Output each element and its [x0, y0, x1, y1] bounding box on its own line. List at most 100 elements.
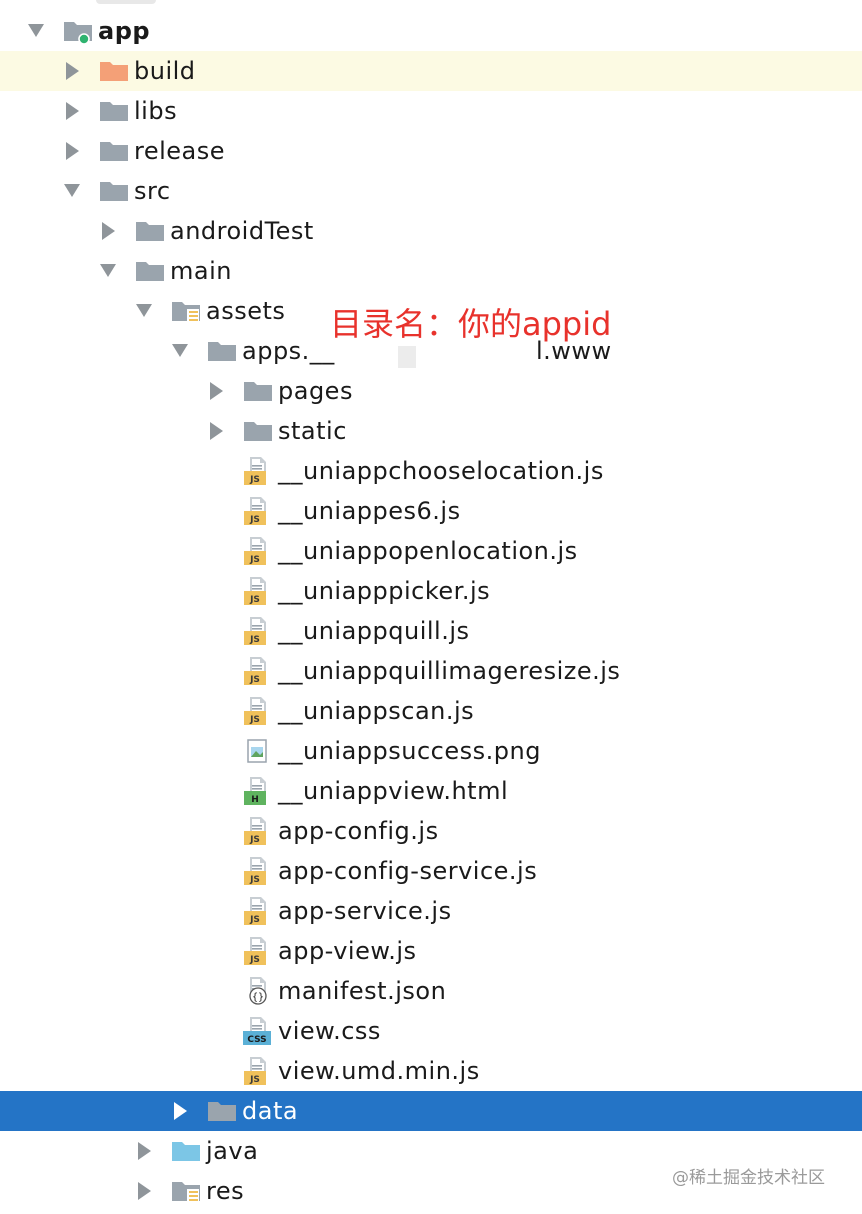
- tree-row-app-service-js[interactable]: JS app-service.js: [0, 891, 862, 931]
- tree-row-pages[interactable]: pages: [0, 371, 862, 411]
- js-file-icon: JS: [242, 891, 274, 931]
- folder-icon: [134, 211, 166, 251]
- js-file-icon: JS: [242, 571, 274, 611]
- css-file-icon: CSS: [242, 1011, 274, 1051]
- svg-text:JS: JS: [249, 715, 260, 725]
- tree-row-uniappquillimageresize-js[interactable]: JS __uniappquillimageresize.js: [0, 651, 862, 691]
- expand-arrow-down-icon[interactable]: [135, 291, 153, 331]
- tree-row-app-view-js[interactable]: JS app-view.js: [0, 931, 862, 971]
- js-file-icon: JS: [242, 651, 274, 691]
- expand-arrow-down-icon[interactable]: [27, 11, 45, 51]
- tree-item-label: app-config.js: [278, 817, 439, 845]
- tree-row-app-config-js[interactable]: JS app-config.js: [0, 811, 862, 851]
- tree-row-uniappchooselocation-js[interactable]: JS __uniappchooselocation.js: [0, 451, 862, 491]
- tree-row-uniappes6-js[interactable]: JS __uniappes6.js: [0, 491, 862, 531]
- json-file-icon: {}: [242, 971, 274, 1011]
- folder-icon: [206, 331, 238, 371]
- tree-item-label: res: [206, 1177, 245, 1205]
- tree-row-uniapppicker-js[interactable]: JS __uniapppicker.js: [0, 571, 862, 611]
- svg-text:JS: JS: [249, 595, 260, 605]
- resource-folder-icon: [170, 291, 202, 331]
- js-file-icon: JS: [242, 451, 274, 491]
- tree-item-label: view.css: [278, 1017, 381, 1045]
- svg-text:JS: JS: [249, 675, 260, 685]
- tree-item-label: main: [170, 257, 232, 285]
- svg-text:JS: JS: [249, 475, 260, 485]
- tree-item-label: __uniappview.html: [278, 777, 509, 805]
- tree-item-label: apps.__: [242, 337, 335, 365]
- svg-text:JS: JS: [249, 1075, 260, 1085]
- collapse-arrow-right-icon[interactable]: [207, 411, 225, 451]
- svg-text:JS: JS: [249, 555, 260, 565]
- tree-item-label: app: [98, 17, 151, 45]
- collapse-arrow-right-icon[interactable]: [63, 91, 81, 131]
- svg-text:JS: JS: [249, 835, 260, 845]
- tree-row-uniappview-html[interactable]: H __uniappview.html: [0, 771, 862, 811]
- tree-row-app-config-service-js[interactable]: JS app-config-service.js: [0, 851, 862, 891]
- svg-text:JS: JS: [249, 955, 260, 965]
- svg-text:CSS: CSS: [247, 1035, 266, 1045]
- folder-icon: [98, 131, 130, 171]
- svg-text:JS: JS: [249, 915, 260, 925]
- collapse-arrow-right-icon[interactable]: [171, 1091, 189, 1131]
- tree-row-manifest-json[interactable]: {} manifest.json: [0, 971, 862, 1011]
- collapse-arrow-right-icon[interactable]: [207, 371, 225, 411]
- tree-row-uniappopenlocation-js[interactable]: JS __uniappopenlocation.js: [0, 531, 862, 571]
- collapse-arrow-right-icon[interactable]: [99, 211, 117, 251]
- js-file-icon: JS: [242, 491, 274, 531]
- svg-text:JS: JS: [249, 875, 260, 885]
- tree-item-label: src: [134, 177, 171, 205]
- js-file-icon: JS: [242, 1051, 274, 1091]
- tree-item-label: java: [206, 1137, 259, 1165]
- tree-row-static[interactable]: static: [0, 411, 862, 451]
- tree-item-label: __uniappscan.js: [278, 697, 475, 725]
- collapse-arrow-right-icon[interactable]: [63, 51, 81, 91]
- tree-row-uniappscan-js[interactable]: JS __uniappscan.js: [0, 691, 862, 731]
- tree-item-label: __uniappopenlocation.js: [278, 537, 578, 565]
- js-file-icon: JS: [242, 531, 274, 571]
- expand-arrow-down-icon[interactable]: [63, 171, 81, 211]
- html-file-icon: H: [242, 771, 274, 811]
- collapse-arrow-right-icon[interactable]: [63, 131, 81, 171]
- tree-row-androidtest[interactable]: androidTest: [0, 211, 862, 251]
- tree-row-view-umd-min-js[interactable]: JS view.umd.min.js: [0, 1051, 862, 1091]
- image-file-icon: [242, 731, 274, 771]
- excluded-folder-icon: [98, 51, 130, 91]
- tree-row-release[interactable]: release: [0, 131, 862, 171]
- tree-row-view-css[interactable]: CSS view.css: [0, 1011, 862, 1051]
- expand-arrow-down-icon[interactable]: [99, 251, 117, 291]
- js-file-icon: JS: [242, 611, 274, 651]
- redaction-block: [398, 346, 416, 368]
- tree-item-label: __uniappes6.js: [278, 497, 461, 525]
- tree-item-label: static: [278, 417, 347, 445]
- folder-icon: [134, 251, 166, 291]
- tree-row-main[interactable]: main: [0, 251, 862, 291]
- tree-row-uniappquill-js[interactable]: JS __uniappquill.js: [0, 611, 862, 651]
- folder-icon: [242, 371, 274, 411]
- folder-icon: [98, 91, 130, 131]
- source-folder-icon: [170, 1131, 202, 1171]
- module-folder-icon: [62, 11, 94, 51]
- tree-item-label: app-config-service.js: [278, 857, 538, 885]
- tree-row-libs[interactable]: libs: [0, 91, 862, 131]
- svg-text:JS: JS: [249, 515, 260, 525]
- tree-item-label: __uniappquill.js: [278, 617, 470, 645]
- annotation-text: 目录名：你的appid: [330, 305, 612, 343]
- expand-arrow-down-icon[interactable]: [171, 331, 189, 371]
- collapse-arrow-right-icon[interactable]: [135, 1131, 153, 1171]
- svg-text:{}: {}: [252, 992, 264, 1003]
- tree-item-label: libs: [134, 97, 178, 125]
- tree-row-data[interactable]: data: [0, 1091, 862, 1131]
- collapse-arrow-right-icon[interactable]: [135, 1171, 153, 1211]
- folder-icon: [206, 1091, 238, 1131]
- watermark: @稀土掘金技术社区: [672, 1168, 825, 1188]
- tree-row-build[interactable]: build: [0, 51, 862, 91]
- tree-row-app[interactable]: app: [0, 11, 862, 51]
- tree-row-uniappsuccess-png[interactable]: __uniappsuccess.png: [0, 731, 862, 771]
- tree-item-label: __uniappquillimageresize.js: [278, 657, 621, 685]
- tree-item-label: view.umd.min.js: [278, 1057, 480, 1085]
- tree-row-src[interactable]: src: [0, 171, 862, 211]
- tree-item-label: __uniappsuccess.png: [278, 737, 541, 765]
- js-file-icon: JS: [242, 811, 274, 851]
- tree-item-label: release: [134, 137, 226, 165]
